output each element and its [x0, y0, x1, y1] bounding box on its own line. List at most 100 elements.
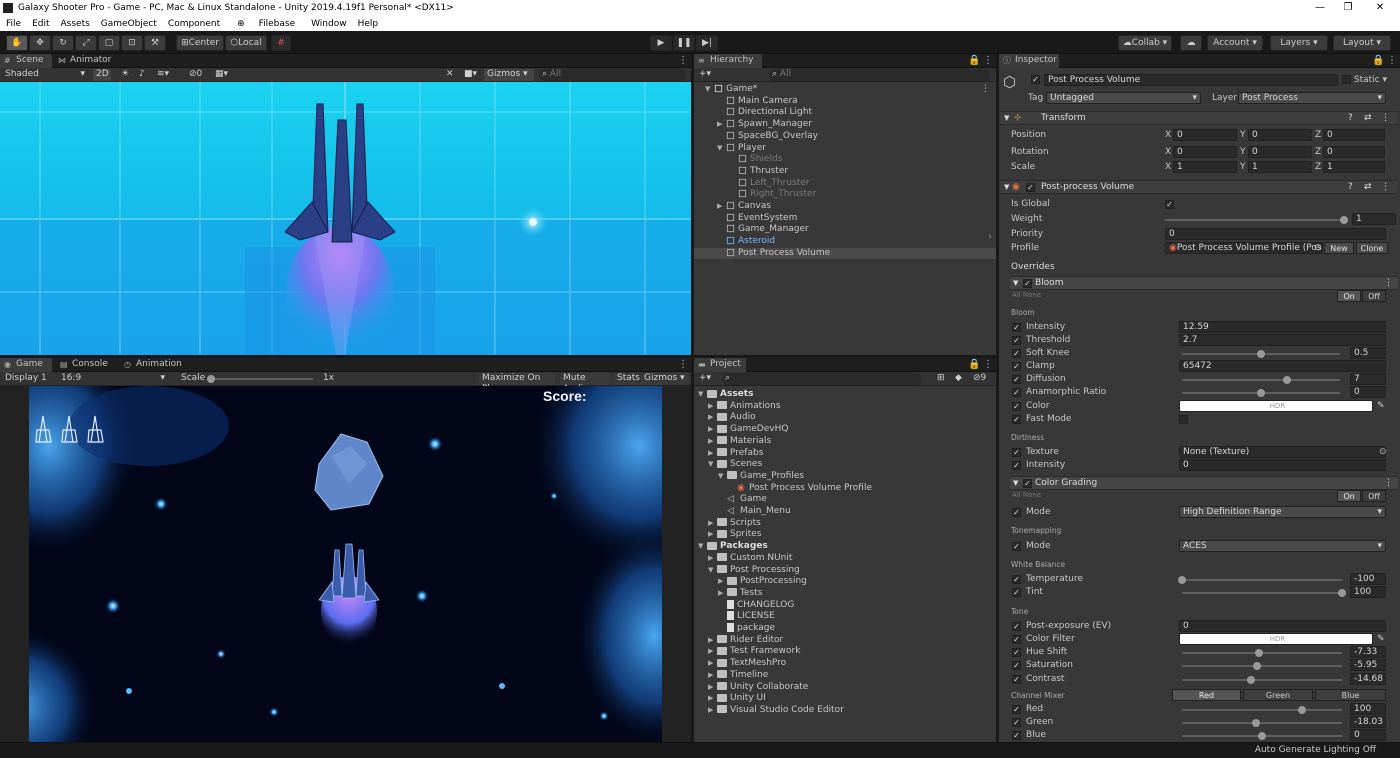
active-checkbox[interactable]: ✓	[1031, 75, 1040, 85]
dirt-texture-field[interactable]: None (Texture)	[1179, 446, 1386, 458]
hierarchy-item[interactable]: Directional Light	[694, 107, 996, 118]
bloom-soft-knee-checkbox[interactable]: ✓	[1012, 349, 1021, 358]
tab-animator[interactable]: ⋈ Animator	[54, 54, 114, 68]
project-item[interactable]: LICENSE	[694, 611, 996, 622]
weight-field[interactable]: 1	[1352, 213, 1396, 225]
mixer-red-field[interactable]: 100	[1350, 703, 1386, 715]
mixer-blue-field[interactable]: 0	[1350, 729, 1386, 741]
scene-search-input[interactable]: ⌕ All	[539, 69, 687, 81]
hierarchy-item[interactable]: Left_Thruster	[694, 178, 996, 189]
child-chevron-icon[interactable]: ›	[988, 232, 992, 242]
profile-field[interactable]: ◉Post Process Volume Profile (Pos	[1165, 242, 1323, 254]
bloom-color-eyedropper-icon[interactable]: ✎	[1377, 400, 1385, 413]
play-button[interactable]: ▶	[650, 35, 672, 51]
transform-position-x-field[interactable]: 0	[1173, 129, 1237, 141]
tab-animation[interactable]: ◷ Animation	[120, 358, 186, 372]
saturation-slider-knob[interactable]	[1253, 662, 1262, 670]
mixer-blue-checkbox[interactable]: ✓	[1012, 731, 1021, 740]
is-global-checkbox[interactable]: ✓	[1165, 200, 1174, 209]
project-item[interactable]: ▶ Sprites	[694, 529, 996, 540]
grading-enabled-checkbox[interactable]: ✓	[1023, 479, 1032, 488]
project-search-input[interactable]: ⌕	[722, 373, 922, 385]
foldout-arrow-icon[interactable]: ▶	[708, 553, 717, 564]
bloom-color-checkbox[interactable]: ✓	[1012, 402, 1021, 411]
bloom-threshold-checkbox[interactable]: ✓	[1012, 336, 1021, 345]
project-item[interactable]: ▶ PostProcessing	[694, 576, 996, 587]
foldout-arrow-icon[interactable]: ▶	[708, 424, 717, 435]
hue-shift-field[interactable]: -7.33	[1350, 646, 1386, 658]
project-item[interactable]: ▶ Prefabs	[694, 448, 996, 459]
foldout-arrow-icon[interactable]: ▶	[717, 201, 726, 212]
foldout-arrow-icon[interactable]: ▶	[708, 448, 717, 459]
contrast-field[interactable]: -14.68	[1350, 673, 1386, 685]
color-grading-header[interactable]: ▼ ✓ Color Grading ⋮	[1010, 476, 1398, 490]
bloom-enabled-checkbox[interactable]: ✓	[1023, 279, 1032, 288]
foldout-arrow-icon[interactable]: ▶	[708, 436, 717, 447]
temperature-slider-knob[interactable]	[1178, 576, 1186, 584]
object-picker-icon[interactable]: ⊙	[1379, 446, 1387, 459]
display-dropdown[interactable]: Display 1 ▾	[2, 373, 54, 394]
bloom-clamp-field[interactable]: 65472	[1179, 360, 1386, 372]
foldout-arrow-icon[interactable]: ▼	[698, 541, 707, 552]
project-item[interactable]: ▶ Scripts	[694, 518, 996, 529]
saturation-checkbox[interactable]: ✓	[1012, 661, 1021, 670]
saturation-field[interactable]: -5.95	[1350, 659, 1386, 671]
grading-on-button[interactable]: On	[1337, 490, 1361, 502]
scene-view[interactable]	[0, 82, 691, 355]
grid-icon[interactable]: ▦▾	[212, 69, 228, 81]
inspector-lock-icon[interactable]: 🔒	[1372, 54, 1384, 68]
transform-tool-button[interactable]: ⊡	[121, 35, 143, 51]
clone-profile-button[interactable]: Clone	[1356, 242, 1388, 254]
transform-position-y-field[interactable]: 0	[1248, 129, 1312, 141]
transform-scale-x-field[interactable]: 1	[1173, 161, 1237, 173]
preset-icon[interactable]: ⇄	[1364, 181, 1372, 194]
shading-dropdown[interactable]: Shaded ▾	[2, 69, 88, 81]
aspect-dropdown[interactable]: 16:9 ▾	[58, 373, 168, 385]
hierarchy-item[interactable]: SpaceBG_Overlay	[694, 131, 996, 142]
tint-slider-knob[interactable]	[1338, 589, 1346, 597]
mixer-red-checkbox[interactable]: ✓	[1012, 705, 1021, 714]
foldout-arrow-icon[interactable]: ▶	[717, 119, 726, 130]
tools-icon[interactable]: ✕	[443, 69, 455, 81]
object-picker-icon[interactable]: ⊙	[1314, 242, 1322, 255]
tab-hierarchy[interactable]: ≡ Hierarchy	[694, 54, 762, 68]
bloom-on-button[interactable]: On	[1337, 290, 1361, 302]
hue-shift-checkbox[interactable]: ✓	[1012, 648, 1021, 657]
mute-audio-toggle[interactable]: Mute Audio	[560, 373, 610, 394]
bloom-intensity-checkbox[interactable]: ✓	[1012, 323, 1021, 332]
component-menu-icon[interactable]: ⋮	[1381, 112, 1390, 125]
project-item[interactable]: ▼ Game_Profiles	[694, 471, 996, 482]
component-menu-icon[interactable]: ⋮	[1381, 181, 1390, 194]
bloom-soft-knee-field[interactable]: 0.5	[1350, 347, 1386, 359]
bloom-off-button[interactable]: Off	[1362, 290, 1386, 302]
project-item[interactable]: ▶ Rider Editor	[694, 635, 996, 646]
hierarchy-item[interactable]: Game_Manager	[694, 224, 996, 235]
ppv-enabled-checkbox[interactable]: ✓	[1026, 183, 1035, 192]
bloom-diffusion-slider-track[interactable]	[1182, 379, 1340, 381]
color-filter-checkbox[interactable]: ✓	[1012, 635, 1021, 644]
project-create-dropdown[interactable]: +▾	[696, 373, 716, 385]
project-item[interactable]: ▶ Audio	[694, 412, 996, 423]
channel-green-tab[interactable]: Green	[1243, 689, 1313, 701]
bloom-soft-knee-slider-knob[interactable]	[1257, 350, 1265, 358]
transform-rotation-z-field[interactable]: 0	[1323, 146, 1385, 158]
transform-rotation-y-field[interactable]: 0	[1248, 146, 1312, 158]
tint-field[interactable]: 100	[1350, 586, 1386, 598]
transform-scale-y-field[interactable]: 1	[1248, 161, 1312, 173]
maximize-icon[interactable]: ❐	[1334, 0, 1362, 16]
step-button[interactable]: ▶|	[696, 35, 718, 51]
tab-inspector[interactable]: ⓘ Inspector	[999, 54, 1059, 68]
contrast-slider-knob[interactable]	[1246, 676, 1255, 684]
project-item[interactable]: ▶ Visual Studio Code Editor	[694, 705, 996, 716]
post-exposure-checkbox[interactable]: ✓	[1012, 622, 1021, 631]
help-icon[interactable]: ?	[1348, 112, 1353, 125]
project-menu-icon[interactable]: ⋮	[983, 358, 993, 372]
foldout-arrow-icon[interactable]: ▶	[718, 576, 727, 587]
hierarchy-search-input[interactable]: ⌕ All	[769, 69, 991, 81]
menu-help[interactable]: Help	[352, 19, 384, 29]
tint-checkbox[interactable]: ✓	[1012, 588, 1021, 597]
bloom-diffusion-checkbox[interactable]: ✓	[1012, 375, 1021, 384]
project-lock-icon[interactable]: 🔒	[968, 358, 980, 372]
tab-project[interactable]: ▬ Project	[694, 358, 746, 372]
grading-all-link[interactable]: All	[1012, 491, 1021, 499]
